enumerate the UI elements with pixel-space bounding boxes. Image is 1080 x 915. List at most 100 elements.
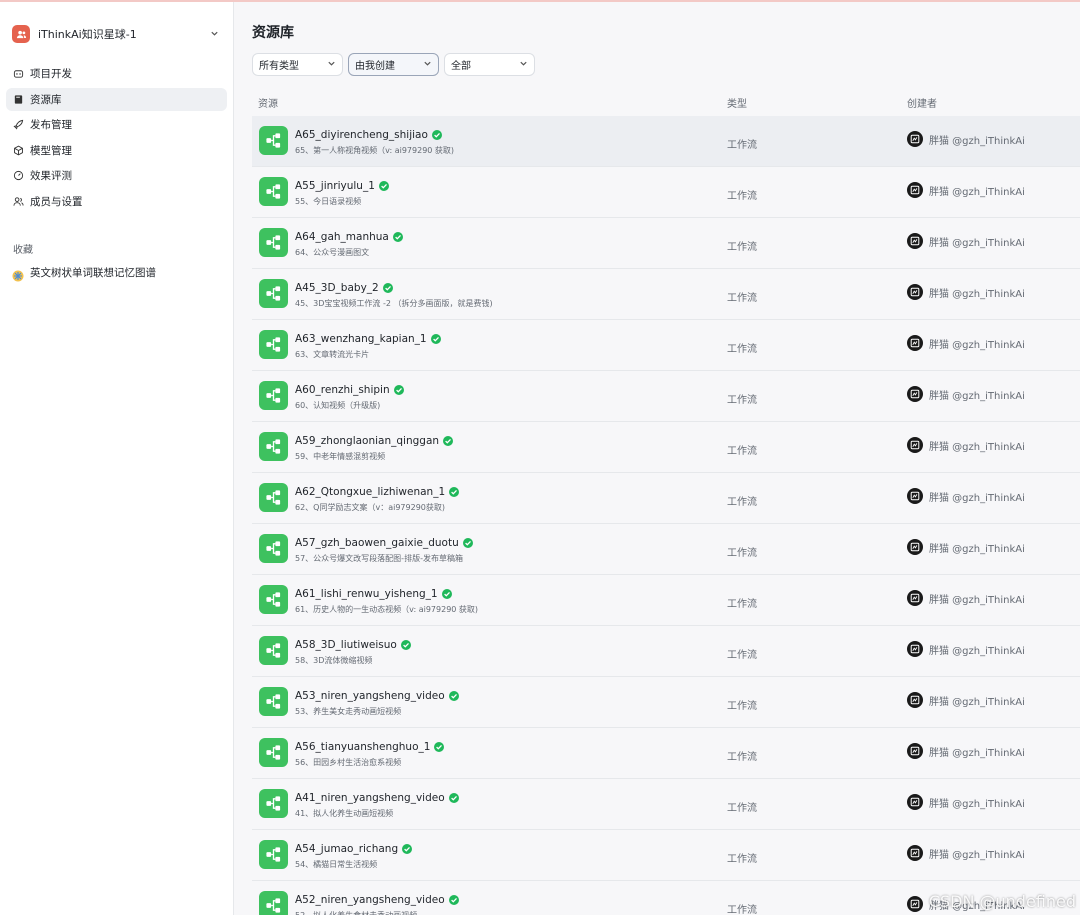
table-row[interactable]: A65_diyirencheng_shijiao 65、第一人称视角视频（v: a… — [252, 116, 1080, 167]
filter-bar: 所有类型 由我创建 全部 — [252, 53, 540, 76]
resource-description: 61、历史人物的一生动态视频（v: ai979290 获取) — [295, 605, 479, 614]
resource-name: A64_gah_manhua — [295, 231, 389, 243]
table-row[interactable]: A45_3D_baby_2 45、3D宝宝视频工作流 -2 （拆分多画面版，就是费… — [252, 269, 1080, 320]
table-row[interactable]: A63_wenzhang_kapian_1 63、文章转流光卡片 工作流 胖猫 @gz… — [252, 320, 1080, 371]
creator-cell: 胖猫 @gzh_iThinkAi — [907, 692, 1025, 708]
creator-name: 胖猫 @gzh_iThinkAi — [929, 543, 1025, 555]
creator-avatar-icon — [907, 233, 923, 249]
table-row[interactable]: A62_Qtongxue_lizhiwenan_1 62、Q同学励志文案（v：ai… — [252, 473, 1080, 524]
creator-avatar-icon — [907, 896, 923, 912]
type-filter-value: 所有类型 — [259, 61, 299, 72]
table-row[interactable]: A64_gah_manhua 64、公众号漫画图文 工作流 胖猫 @gzh_iThin… — [252, 218, 1080, 269]
table-row[interactable]: A58_3D_liutiweisuo 58、3D流体微缩视频 工作流 胖猫 @gzh_… — [252, 626, 1080, 677]
table-row[interactable]: A56_tianyuanshenghuo_1 56、田园乡村生活治愈系视频 工作流 胖… — [252, 728, 1080, 779]
favorite-item[interactable]: 英文树状单词联想记忆图谱 — [6, 262, 227, 284]
table-row[interactable]: A61_lishi_renwu_yisheng_1 61、历史人物的一生动态视频（… — [252, 575, 1080, 626]
resource-description: 53、养生美女走秀动画短视频 — [295, 707, 402, 716]
resource-type: 工作流 — [727, 293, 757, 304]
resource-description: 56、田园乡村生活治愈系视频 — [295, 758, 402, 767]
creator-avatar-icon — [907, 794, 923, 810]
app-thumbnail-icon — [12, 267, 24, 282]
resource-name-line: A52_niren_yangsheng_video — [295, 894, 459, 906]
sidebar-item-publish[interactable]: 发布管理 — [6, 113, 227, 136]
creator-filter-select[interactable]: 由我创建 — [348, 53, 439, 76]
resource-description: 55、今日语录视频 — [295, 197, 362, 206]
table-row[interactable]: A59_zhonglaonian_qinggan 59、中老年情感混剪视频 工作流 胖… — [252, 422, 1080, 473]
verified-check-icon — [441, 589, 452, 599]
resource-description: 45、3D宝宝视频工作流 -2 （拆分多画面版，就是费钱) — [295, 299, 493, 308]
verified-check-icon — [448, 793, 459, 803]
rocket-icon — [12, 119, 24, 131]
robot-icon — [12, 68, 24, 80]
resource-name: A62_Qtongxue_lizhiwenan_1 — [295, 486, 446, 498]
resource-description: 60、认知视频（升级版) — [295, 401, 381, 410]
creator-avatar-icon — [907, 386, 923, 402]
workflow-icon — [259, 177, 288, 206]
creator-cell: 胖猫 @gzh_iThinkAi — [907, 488, 1025, 504]
creator-avatar-icon — [907, 284, 923, 300]
app-shell: iThinkAi知识星球-1 项目开发 资源库 发布管理 模型管理 效果评测 成… — [0, 2, 1080, 915]
type-filter-select[interactable]: 所有类型 — [252, 53, 343, 76]
workflow-icon — [259, 381, 288, 410]
resource-name-line: A61_lishi_renwu_yisheng_1 — [295, 588, 452, 600]
resource-type: 工作流 — [727, 191, 757, 202]
sidebar-item-models[interactable]: 模型管理 — [6, 139, 227, 162]
resource-description: 64、公众号漫画图文 — [295, 248, 370, 257]
verified-check-icon — [462, 538, 473, 548]
creator-cell: 胖猫 @gzh_iThinkAi — [907, 386, 1025, 402]
sidebar-item-project-dev[interactable]: 项目开发 — [6, 62, 227, 85]
sidebar-item-label: 项目开发 — [30, 68, 72, 80]
verified-check-icon — [443, 436, 454, 446]
resource-description: 54、橘猫日常生活视频 — [295, 860, 378, 869]
verified-check-icon — [448, 691, 459, 701]
resource-name: A58_3D_liutiweisuo — [295, 639, 397, 651]
workflow-icon — [259, 636, 288, 665]
resource-type: 工作流 — [727, 854, 757, 865]
favorite-item-label: 英文树状单词联想记忆图谱 — [30, 267, 156, 280]
creator-avatar-icon — [907, 131, 923, 147]
resource-description: 57、公众号爆文改写段落配图-排版-发布草稿箱 — [295, 554, 463, 563]
workspace-switcher[interactable]: iThinkAi知识星球-1 — [6, 10, 227, 58]
verified-check-icon — [430, 334, 441, 344]
sidebar-item-members-settings[interactable]: 成员与设置 — [6, 190, 227, 213]
table-row[interactable]: A53_niren_yangsheng_video 53、养生美女走秀动画短视频 工… — [252, 677, 1080, 728]
creator-cell: 胖猫 @gzh_iThinkAi — [907, 743, 1025, 759]
creator-cell: 胖猫 @gzh_iThinkAi — [907, 590, 1025, 606]
table-row[interactable]: A54_jumao_richang 54、橘猫日常生活视频 工作流 胖猫 @gzh_i… — [252, 830, 1080, 881]
workflow-icon — [259, 789, 288, 818]
creator-name: 胖猫 @gzh_iThinkAi — [929, 798, 1025, 810]
status-filter-value: 全部 — [451, 61, 471, 72]
table-row[interactable]: A57_gzh_baowen_gaixie_duotu 57、公众号爆文改写段落配… — [252, 524, 1080, 575]
sidebar-item-label: 成员与设置 — [30, 195, 83, 208]
creator-cell: 胖猫 @gzh_iThinkAi — [907, 233, 1025, 249]
resource-type: 工作流 — [727, 701, 757, 712]
creator-avatar-icon — [907, 743, 923, 759]
workflow-icon — [259, 432, 288, 461]
main-content: 资源库 所有类型 由我创建 全部 资源 类型 创建者 A65_diyirench… — [234, 2, 1080, 915]
sidebar-item-evaluation[interactable]: 效果评测 — [6, 164, 227, 187]
chevron-down-icon — [210, 28, 219, 41]
resource-description: 58、3D流体微缩视频 — [295, 656, 373, 665]
workflow-icon — [259, 330, 288, 359]
table-row[interactable]: A55_jinriyulu_1 55、今日语录视频 工作流 胖猫 @gzh_iThin… — [252, 167, 1080, 218]
creator-name: 胖猫 @gzh_iThinkAi — [929, 237, 1025, 249]
workflow-icon — [259, 534, 288, 563]
resource-name-line: A64_gah_manhua — [295, 231, 403, 243]
table-row[interactable]: A60_renzhi_shipin 60、认知视频（升级版) 工作流 胖猫 @gzh_… — [252, 371, 1080, 422]
verified-check-icon — [449, 487, 460, 497]
workspace-avatar-icon — [12, 25, 30, 43]
sidebar-nav: 项目开发 资源库 发布管理 模型管理 效果评测 成员与设置 — [6, 62, 227, 213]
sidebar-item-resource-library[interactable]: 资源库 — [6, 87, 227, 111]
column-header-creator: 创建者 — [907, 99, 937, 110]
resource-type: 工作流 — [727, 344, 757, 355]
creator-cell: 胖猫 @gzh_iThinkAi — [907, 794, 1025, 810]
resource-type: 工作流 — [727, 803, 757, 814]
creator-avatar-icon — [907, 488, 923, 504]
chevron-down-icon — [327, 59, 336, 71]
table-row[interactable]: A41_niren_yangsheng_video 41、拟人化养生动画短视频 工作… — [252, 779, 1080, 830]
resource-name-line: A59_zhonglaonian_qinggan — [295, 435, 454, 447]
resource-name: A52_niren_yangsheng_video — [295, 894, 445, 906]
sidebar-item-label: 模型管理 — [30, 144, 72, 157]
status-filter-select[interactable]: 全部 — [444, 53, 535, 76]
column-header-resource: 资源 — [258, 99, 278, 110]
